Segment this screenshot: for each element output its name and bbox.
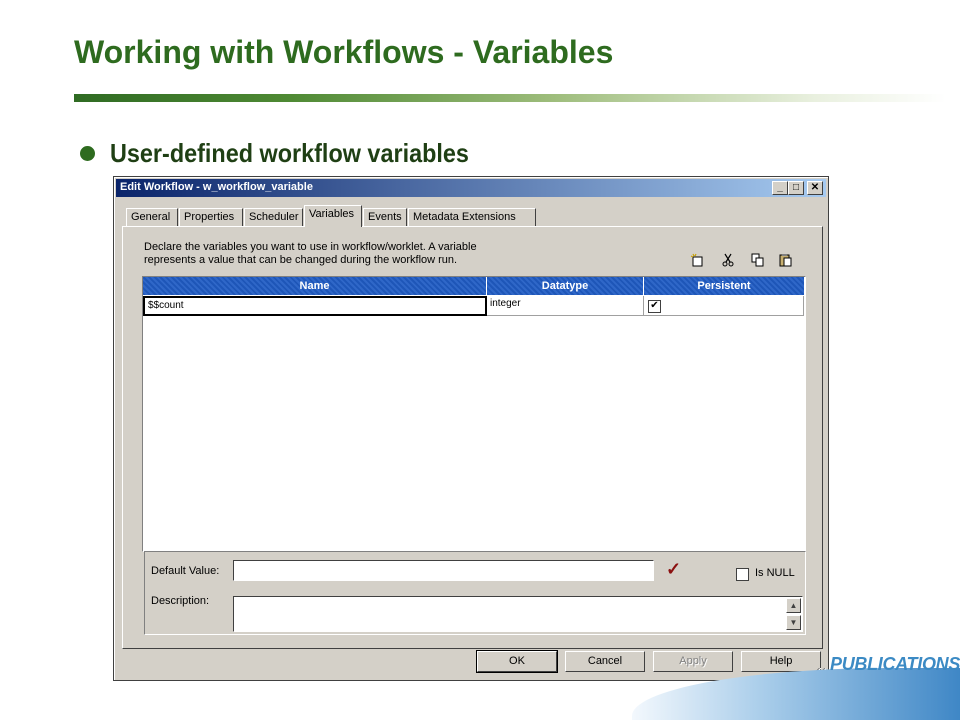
persistent-checkbox[interactable]: ✔ (648, 300, 661, 313)
scroll-down-icon[interactable]: ▼ (786, 615, 801, 630)
ok-button[interactable]: OK (476, 650, 558, 673)
bullet-text: User-defined workflow variables (110, 138, 469, 168)
description-label: Description: (151, 595, 210, 607)
paste-icon[interactable] (776, 253, 796, 269)
new-icon[interactable] (688, 253, 708, 269)
description-textarea[interactable] (233, 596, 803, 632)
tab-events[interactable]: Events (363, 208, 407, 226)
default-value-input[interactable] (233, 560, 654, 581)
column-header-datatype[interactable]: Datatype (487, 277, 644, 295)
edit-workflow-dialog: Edit Workflow - w_workflow_variable _ □ … (113, 176, 829, 681)
bullet-icon (80, 146, 95, 161)
is-null-label: Is NULL (755, 567, 795, 579)
default-value-label: Default Value: (151, 565, 220, 577)
tab-properties[interactable]: Properties (179, 208, 243, 226)
column-header-name[interactable]: Name (143, 277, 487, 295)
apply-button[interactable]: Apply (653, 651, 733, 672)
tab-scheduler[interactable]: Scheduler (244, 208, 303, 226)
description-line: Declare the variables you want to use in… (144, 241, 477, 253)
publications-logo: PUBLICATIONS (830, 654, 960, 674)
is-null-checkbox[interactable] (736, 568, 749, 581)
cancel-button[interactable]: Cancel (565, 651, 645, 672)
variables-description: Declare the variables you want to use in… (144, 241, 564, 267)
variable-name-cell[interactable]: $$count (143, 296, 487, 316)
tab-metadata-extensions[interactable]: Metadata Extensions (408, 208, 536, 226)
dialog-titlebar[interactable]: Edit Workflow - w_workflow_variable _ □ … (116, 179, 826, 197)
description-line: represents a value that can be changed d… (144, 254, 458, 266)
close-button[interactable]: ✕ (807, 181, 823, 195)
title-underline-bar (74, 94, 946, 102)
variables-grid: Name Datatype Persistent $$count integer… (142, 276, 806, 552)
slide-title: Working with Workflows - Variables (74, 34, 614, 70)
help-button[interactable]: Help (741, 651, 821, 672)
variable-datatype-cell[interactable]: integer (487, 296, 644, 316)
dialog-title: Edit Workflow - w_workflow_variable (120, 181, 313, 193)
copy-icon[interactable] (748, 253, 768, 269)
maximize-button[interactable]: □ (788, 181, 804, 195)
minimize-button[interactable]: _ (772, 181, 788, 195)
column-header-persistent[interactable]: Persistent (644, 277, 804, 295)
tab-variables[interactable]: Variables (304, 205, 362, 227)
validate-check-icon[interactable]: ✓ (666, 559, 681, 580)
cut-icon[interactable] (718, 253, 738, 269)
scroll-up-icon[interactable]: ▲ (786, 598, 801, 613)
tab-general[interactable]: General (126, 208, 178, 226)
variable-persistent-cell[interactable]: ✔ (644, 296, 804, 316)
